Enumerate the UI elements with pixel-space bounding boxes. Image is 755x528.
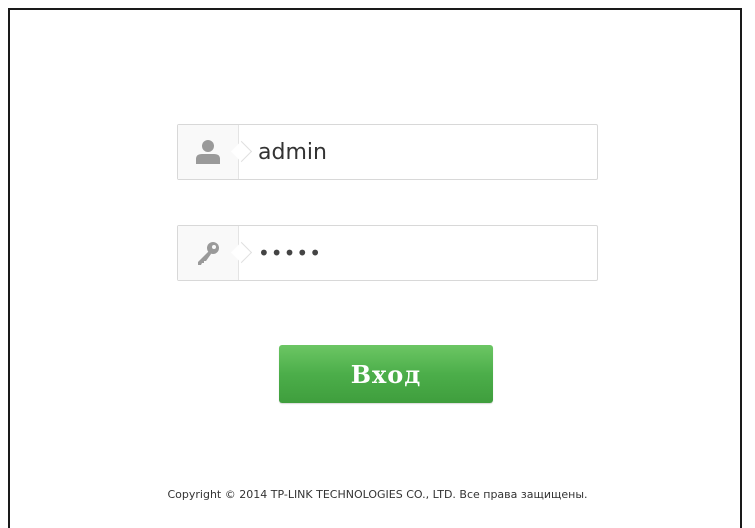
password-field[interactable] [177,225,598,281]
username-field[interactable] [177,124,598,180]
login-button[interactable]: Вход [279,345,493,403]
password-input[interactable] [258,226,588,280]
username-input[interactable] [258,125,588,179]
username-icon-cell [178,125,239,179]
password-icon-cell [178,226,239,280]
key-icon [198,242,219,265]
user-icon [196,140,220,164]
copyright-text: Copyright © 2014 TP-LINK TECHNOLOGIES CO… [167,488,588,501]
